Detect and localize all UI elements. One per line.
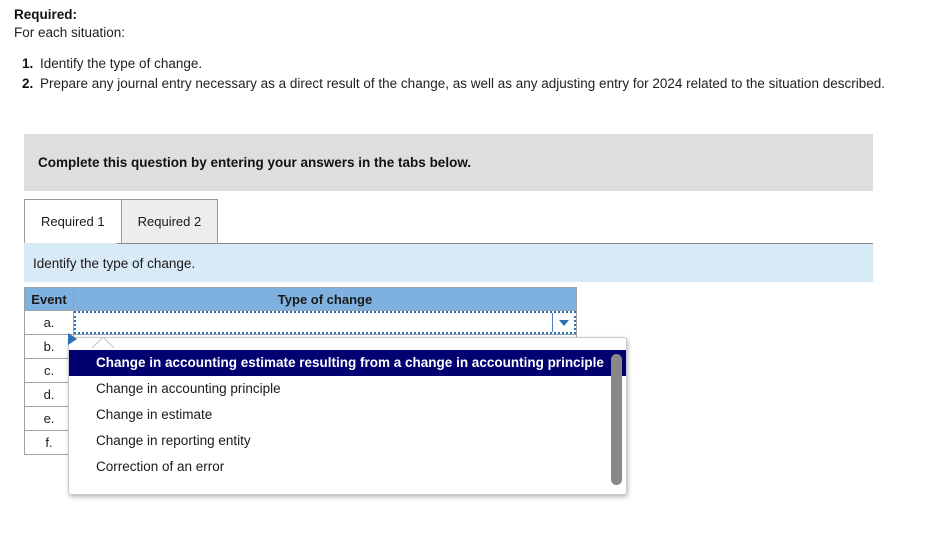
dropdown-scrollbar[interactable]	[611, 354, 622, 485]
tab-strip: Required 1 Required 2	[24, 198, 873, 243]
answer-table-head: Event Type of change	[24, 287, 577, 311]
column-header-event: Event	[24, 287, 74, 311]
required-item-2-text: Prepare any journal entry necessary as a…	[40, 75, 885, 91]
dropdown-scrollbar-thumb[interactable]	[611, 354, 622, 485]
required-item-1-number: 1.	[22, 56, 34, 71]
answer-table-header-row: Event Type of change	[24, 287, 577, 311]
dropdown-option-3[interactable]: Change in reporting entity	[69, 428, 626, 454]
type-of-change-select-a[interactable]	[74, 311, 576, 334]
required-heading: Required:	[14, 7, 78, 22]
required-block: Required: For each situation: 1. Identif…	[14, 6, 904, 94]
row-label-c: c.	[24, 358, 74, 383]
dropdown-pointer-icon	[68, 333, 77, 345]
chevron-down-icon-glyph	[558, 319, 569, 326]
required-item-2: 2. Prepare any journal entry necessary a…	[14, 75, 904, 94]
required-item-1: 1. Identify the type of change.	[14, 55, 904, 74]
dropdown-option-2[interactable]: Change in estimate	[69, 402, 626, 428]
instruction-bar: Identify the type of change.	[24, 243, 873, 282]
instruction-text: Identify the type of change.	[33, 255, 196, 271]
required-subheading: For each situation:	[14, 25, 126, 40]
tab-required-1[interactable]: Required 1	[24, 199, 122, 243]
complete-question-banner: Complete this question by entering your …	[24, 134, 873, 191]
required-item-2-number: 2.	[22, 75, 34, 91]
tab-required-2[interactable]: Required 2	[120, 199, 219, 243]
column-header-type-of-change: Type of change	[73, 287, 577, 311]
required-item-list: 1. Identify the type of change. 2. Prepa…	[14, 55, 904, 93]
tab-required-2-label: Required 2	[137, 214, 202, 229]
dropdown-option-1[interactable]: Change in accounting principle	[69, 376, 626, 402]
dropdown-caret-icon	[91, 337, 117, 348]
row-label-f: f.	[24, 430, 74, 455]
type-of-change-cell-a[interactable]	[73, 310, 577, 335]
table-row: a.	[24, 310, 577, 335]
tab-required-1-label: Required 1	[41, 214, 105, 229]
row-label-e: e.	[24, 406, 74, 431]
dropdown-option-4[interactable]: Correction of an error	[69, 454, 626, 480]
type-of-change-dropdown[interactable]: Change in accounting estimate resulting …	[68, 333, 627, 495]
chevron-down-icon[interactable]	[552, 313, 574, 332]
row-label-a: a.	[24, 310, 74, 335]
dropdown-option-0[interactable]: Change in accounting estimate resulting …	[69, 350, 626, 376]
row-label-b: b.	[24, 334, 74, 359]
row-label-d: d.	[24, 382, 74, 407]
complete-question-banner-text: Complete this question by entering your …	[38, 155, 472, 170]
required-item-1-text: Identify the type of change.	[40, 56, 203, 71]
